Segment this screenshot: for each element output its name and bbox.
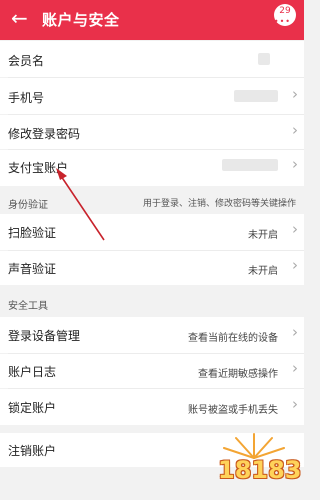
chevron-right-icon: › <box>292 395 298 413</box>
chevron-right-icon: › <box>292 256 298 274</box>
face-verify-row[interactable]: 扫脸验证 未开启 › <box>0 214 304 250</box>
identity-section-hint: 用于登录、注销、修改密码等关键操作 <box>142 199 296 209</box>
more-dots-icon[interactable]: ••• <box>274 17 291 26</box>
member-name-value <box>258 53 270 65</box>
phone-row[interactable]: 手机号 › <box>0 78 304 114</box>
member-name-row: 会员名 <box>0 41 304 77</box>
tools-section-header: 安全工具 <box>0 285 304 317</box>
badge-count: 29 <box>279 6 291 16</box>
voice-verify-label: 声音验证 <box>8 262 57 276</box>
title-bar: ← 账户与安全 29 ••• <box>0 0 304 40</box>
chevron-right-icon: › <box>292 359 298 377</box>
device-manage-label: 登录设备管理 <box>8 329 81 343</box>
chevron-right-icon: › <box>292 155 298 173</box>
face-verify-status: 未开启 <box>248 230 278 241</box>
change-password-label: 修改登录密码 <box>8 127 81 141</box>
phone-value <box>234 90 278 102</box>
change-password-row[interactable]: 修改登录密码 › <box>0 115 304 149</box>
back-arrow-icon[interactable]: ← <box>11 6 28 30</box>
face-verify-label: 扫脸验证 <box>8 226 57 240</box>
member-name-label: 会员名 <box>8 54 45 68</box>
identity-section-label: 身份验证 <box>8 200 48 211</box>
lock-account-row[interactable]: 锁定账户 账号被盗或手机丢失 › <box>0 389 304 425</box>
alipay-account-value <box>222 159 278 171</box>
watermark-logo: 18183 <box>206 428 302 494</box>
alipay-account-row[interactable]: 支付宝账户 › <box>0 150 304 186</box>
cancel-account-label: 注销账户 <box>8 444 57 458</box>
voice-verify-row[interactable]: 声音验证 未开启 › <box>0 251 304 285</box>
device-manage-row[interactable]: 登录设备管理 查看当前在线的设备 › <box>0 317 304 353</box>
watermark-text: 18183 <box>218 456 302 484</box>
lock-account-hint: 账号被盗或手机丢失 <box>188 405 278 416</box>
account-log-label: 账户日志 <box>8 365 57 379</box>
alipay-account-label: 支付宝账户 <box>8 161 69 175</box>
chevron-right-icon: › <box>292 323 298 341</box>
device-manage-hint: 查看当前在线的设备 <box>188 333 278 344</box>
account-log-row[interactable]: 账户日志 查看近期敏感操作 › <box>0 354 304 388</box>
chevron-right-icon: › <box>292 85 298 103</box>
chevron-right-icon: › <box>292 220 298 238</box>
page-title: 账户与安全 <box>42 11 120 29</box>
account-log-hint: 查看近期敏感操作 <box>198 369 278 380</box>
phone-label: 手机号 <box>8 91 45 105</box>
tools-section-label: 安全工具 <box>8 301 48 312</box>
identity-section-header: 身份验证 用于登录、注销、修改密码等关键操作 <box>0 186 304 214</box>
lock-account-label: 锁定账户 <box>8 401 57 415</box>
chevron-right-icon: › <box>292 121 298 139</box>
voice-verify-status: 未开启 <box>248 266 278 277</box>
